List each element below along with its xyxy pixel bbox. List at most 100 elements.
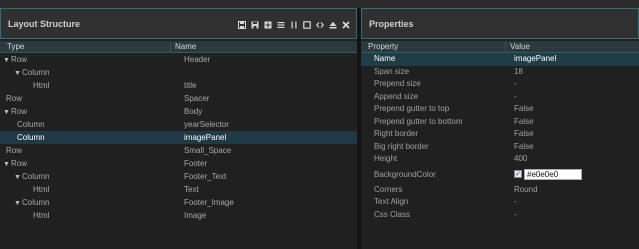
color-enabled-checkbox[interactable]: ✓ xyxy=(514,170,522,179)
property-name: Right border xyxy=(374,129,419,138)
tree-row[interactable]: Html Text xyxy=(0,183,357,196)
tree-row-name: Spacer xyxy=(184,94,210,103)
tree-row-name: Footer xyxy=(184,159,208,168)
property-value[interactable]: False xyxy=(505,141,639,154)
code-icon[interactable] xyxy=(316,21,324,29)
property-value[interactable]: False xyxy=(505,103,639,116)
tree-row-name: imagePanel xyxy=(184,133,227,142)
tree-row-name: Header xyxy=(184,55,211,64)
top-strip xyxy=(0,0,639,8)
eject-icon[interactable] xyxy=(329,21,337,29)
add-icon[interactable] xyxy=(264,21,272,29)
property-value[interactable]: - xyxy=(505,209,639,222)
tree-row-name: Small_Space xyxy=(184,146,232,155)
property-row[interactable]: BackgroundColor ✓ #e0e0e0 xyxy=(361,166,639,184)
properties-grid: Name imagePanel Span size 18 Prepend size - Ap… xyxy=(361,53,639,221)
property-name: Text Align xyxy=(374,197,409,206)
property-name: Name xyxy=(374,54,396,63)
color-picker: ✓ #e0e0e0 xyxy=(514,168,582,180)
list-icon[interactable] xyxy=(277,21,285,29)
property-name: BackgroundColor xyxy=(374,169,436,179)
type-column-header[interactable]: Type xyxy=(0,41,170,52)
tree-row-name xyxy=(170,66,357,79)
tree-row-type: Column xyxy=(22,68,50,77)
tree-row-name: Text xyxy=(184,185,199,194)
properties-column-header: Property Value xyxy=(361,41,639,53)
property-name: Height xyxy=(374,154,398,163)
property-column-header[interactable]: Property xyxy=(361,41,505,52)
layout-editor: Layout Structure Type Name ▼Row Header ▼… xyxy=(0,0,639,249)
tree-row[interactable]: ▼Row Footer xyxy=(0,157,357,170)
property-row[interactable]: Append size - xyxy=(361,91,639,104)
property-row[interactable]: Corners Round xyxy=(361,184,639,197)
tree-row[interactable]: Column yearSelector xyxy=(0,118,357,131)
tree-row[interactable]: Html title xyxy=(0,79,357,92)
tree-row-name: Body xyxy=(184,107,203,116)
property-row[interactable]: Css Class - xyxy=(361,209,639,222)
property-value[interactable]: False xyxy=(505,116,639,129)
tree-row[interactable]: Row Spacer xyxy=(0,92,357,105)
property-value[interactable]: - xyxy=(505,78,639,91)
tree-row-name: yearSelector xyxy=(184,120,229,129)
property-row[interactable]: Prepend gutter to bottom False xyxy=(361,116,639,129)
property-row[interactable]: Text Align - xyxy=(361,196,639,209)
save-icon[interactable] xyxy=(238,20,246,29)
property-value[interactable]: - xyxy=(505,91,639,104)
property-value[interactable]: False xyxy=(505,128,639,141)
save-as-icon[interactable] xyxy=(251,21,259,29)
value-column-header[interactable]: Value xyxy=(505,41,639,52)
property-value[interactable]: imagePanel xyxy=(505,53,639,66)
properties-panel: Properties Property Value Name imagePanel… xyxy=(361,8,639,249)
property-name: Css Class xyxy=(374,209,411,219)
property-row[interactable]: Big right border False xyxy=(361,141,639,154)
tree-row-type: Column xyxy=(22,172,50,181)
square-icon[interactable] xyxy=(303,20,311,29)
tree-row-type: Row xyxy=(11,55,28,64)
tree-row-type: Html xyxy=(33,185,50,194)
property-name: Corners xyxy=(374,184,403,194)
layout-tree: ▼Row Header ▼Column Html title Row Spacer ▼Row B… xyxy=(0,53,357,222)
property-value[interactable]: Round xyxy=(505,184,639,197)
name-column-header[interactable]: Name xyxy=(170,41,357,52)
tree-row-type: Column xyxy=(22,198,50,207)
tree-row-type: Row xyxy=(11,159,28,168)
close-icon[interactable] xyxy=(342,20,350,29)
properties-header: Properties xyxy=(361,8,639,39)
property-value[interactable]: 18 xyxy=(505,66,639,79)
layout-column-header: Type Name xyxy=(0,41,357,53)
property-row[interactable]: Name imagePanel xyxy=(361,53,639,66)
tree-row-type: Column xyxy=(17,120,45,129)
tree-row-name: Image xyxy=(184,211,207,220)
tree-row[interactable]: ▼Column Footer_Image xyxy=(0,196,357,209)
property-row[interactable]: Prepend gutter to top False xyxy=(361,103,639,116)
layout-structure-header: Layout Structure xyxy=(0,8,357,39)
property-value: ✓ #e0e0e0 xyxy=(505,166,639,184)
tree-row[interactable]: ▼Column Footer_Text xyxy=(0,170,357,183)
tree-row[interactable]: Row Small_Space xyxy=(0,144,357,157)
tree-row[interactable]: Column imagePanel xyxy=(0,131,357,144)
color-value-input[interactable]: #e0e0e0 xyxy=(524,168,582,180)
tree-row[interactable]: ▼Row Body xyxy=(0,105,357,118)
tree-row[interactable]: ▼Column xyxy=(0,66,357,79)
property-value[interactable]: 400 xyxy=(505,153,639,166)
tree-row[interactable]: Html Image xyxy=(0,209,357,222)
tree-row-name: Footer_Text xyxy=(184,172,227,181)
property-name: Prepend size xyxy=(374,79,421,88)
tree-row[interactable]: ▼Row Header xyxy=(0,53,357,66)
tree-row-name: title xyxy=(184,81,197,90)
property-row[interactable]: Prepend size - xyxy=(361,78,639,91)
tree-row-name: Footer_Image xyxy=(184,198,234,207)
tree-row-type: Row xyxy=(6,94,23,103)
panel-title: Layout Structure xyxy=(8,19,81,29)
tree-row-type: Html xyxy=(33,211,50,220)
property-row[interactable]: Height 400 xyxy=(361,153,639,166)
property-name: Prepend gutter to bottom xyxy=(374,116,463,126)
property-name: Span size xyxy=(374,66,410,76)
tree-row-type: Row xyxy=(6,146,23,155)
property-row[interactable]: Span size 18 xyxy=(361,66,639,79)
property-value[interactable]: - xyxy=(505,196,639,209)
property-row[interactable]: Right border False xyxy=(361,128,639,141)
property-name: Append size xyxy=(374,91,419,101)
layout-structure-panel: Layout Structure Type Name ▼Row Header ▼… xyxy=(0,8,357,249)
columns-icon[interactable] xyxy=(290,21,298,29)
